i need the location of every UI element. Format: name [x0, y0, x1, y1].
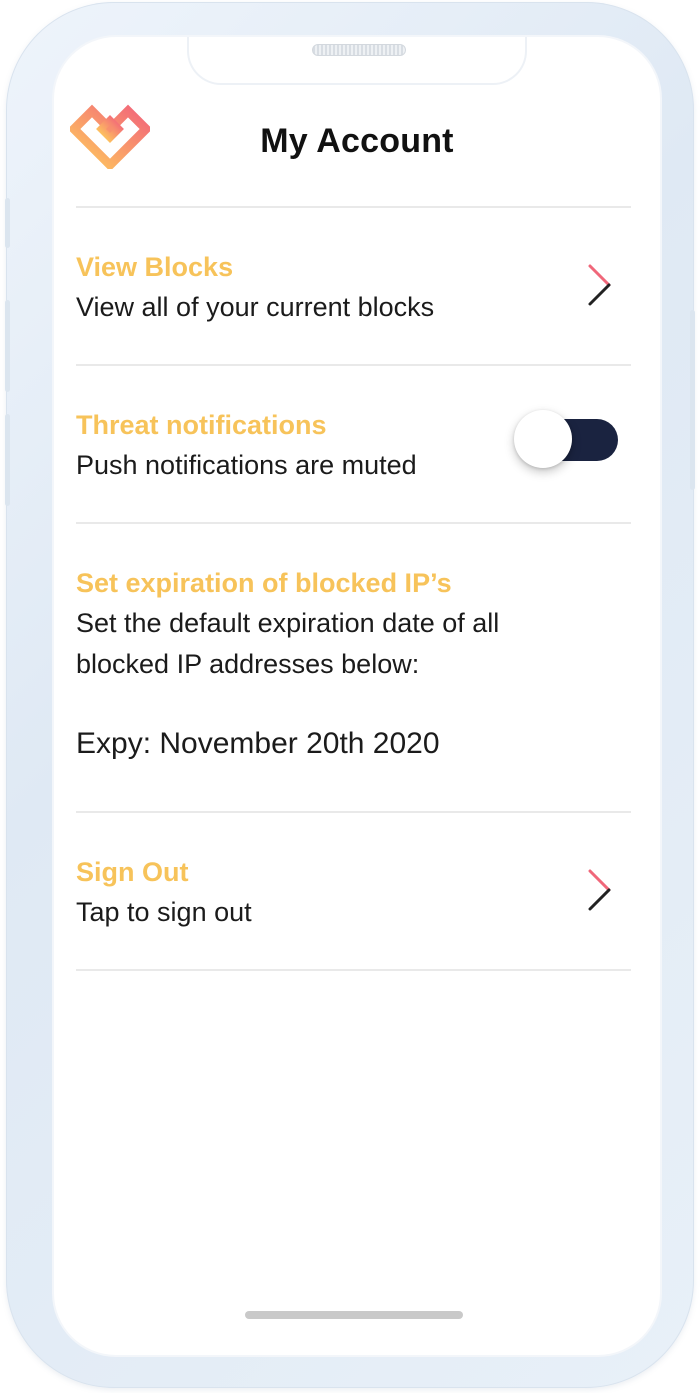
page-title: My Account [260, 122, 454, 160]
expiration-subtitle-line2: blocked IP addresses below: [76, 649, 420, 679]
divider [76, 522, 631, 524]
divider [76, 206, 631, 208]
sign-out-subtitle: Tap to sign out [76, 897, 252, 927]
view-blocks-subtitle: View all of your current blocks [76, 292, 435, 322]
mute-switch [5, 198, 10, 248]
phone-frame: My Account View Blocks View all of your … [5, 2, 695, 1388]
chevron-right-icon[interactable] [585, 868, 615, 912]
divider [76, 969, 631, 971]
expiration-subtitle-line1: Set the default expiration date of all [76, 608, 500, 638]
expiration-date-value[interactable]: Expy: November 20th 2020 [76, 727, 440, 761]
toggle-knob [514, 410, 572, 468]
threat-notifications-subtitle: Push notifications are muted [76, 450, 417, 480]
home-indicator[interactable] [245, 1311, 463, 1319]
divider [76, 364, 631, 366]
device-notch [187, 37, 527, 85]
speaker-grille [312, 44, 406, 56]
chevron-right-icon[interactable] [585, 263, 615, 307]
threat-notifications-toggle[interactable] [514, 410, 618, 468]
app-screen: My Account View Blocks View all of your … [54, 37, 660, 1355]
volume-up-button [5, 300, 10, 392]
threat-notifications-title: Threat notifications [76, 410, 327, 440]
volume-down-button [5, 414, 10, 506]
divider [76, 811, 631, 813]
expiration-title: Set expiration of blocked IP’s [76, 568, 452, 598]
view-blocks-title: View Blocks [76, 252, 234, 282]
sign-out-title: Sign Out [76, 857, 189, 887]
power-button [690, 310, 695, 490]
